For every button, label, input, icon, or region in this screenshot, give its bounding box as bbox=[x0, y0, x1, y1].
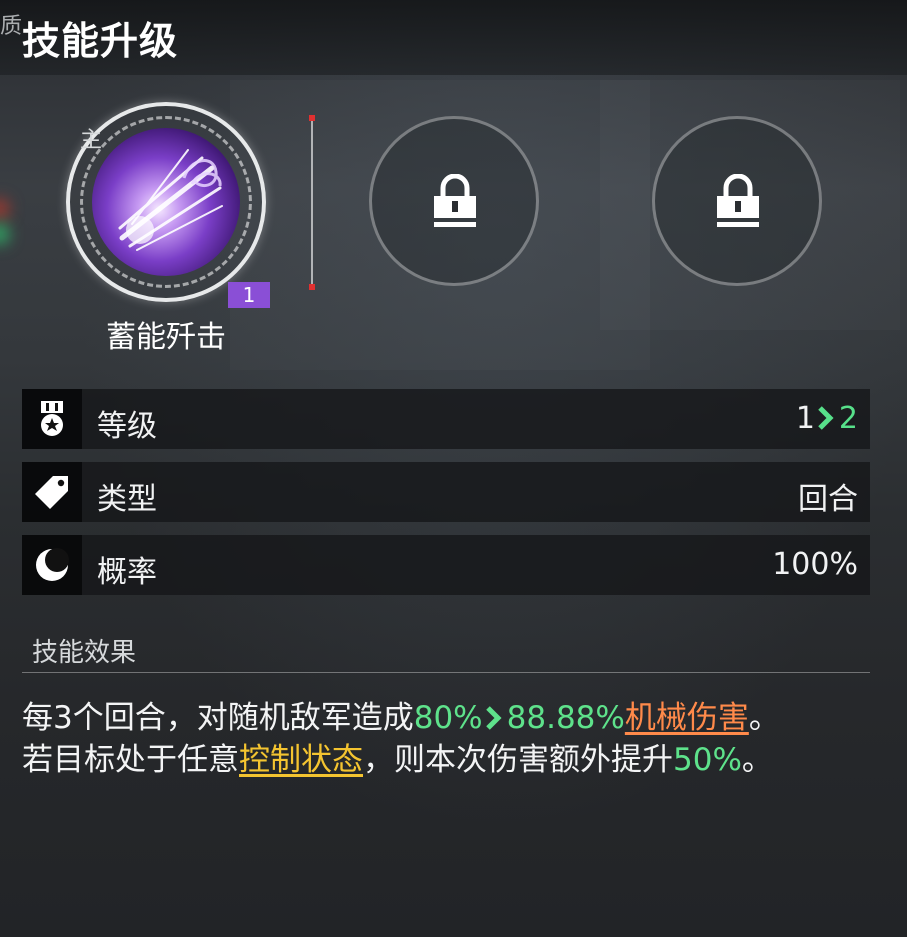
medal-icon bbox=[22, 389, 82, 449]
skill-icon bbox=[92, 128, 240, 276]
main-skill-tag: 主 bbox=[80, 128, 103, 153]
skill-slot-locked-1[interactable] bbox=[369, 116, 539, 286]
lock-icon bbox=[434, 174, 476, 227]
chevron-right-icon bbox=[818, 406, 834, 430]
section-divider bbox=[22, 672, 870, 673]
effect-text: 每3个回合，对随机敌军造成 bbox=[22, 700, 414, 736]
effect-text: 。 bbox=[748, 700, 780, 736]
page-title: 技能升级 bbox=[22, 19, 179, 63]
lock-icon bbox=[717, 174, 759, 227]
keyword-control-state[interactable]: 控制状态 bbox=[239, 742, 363, 778]
stat-row-type: 类型 回合 bbox=[22, 462, 870, 522]
stat-row-level: 等级 12 bbox=[22, 389, 870, 449]
keyword-mechanical-damage[interactable]: 机械伤害 bbox=[625, 700, 749, 736]
stat-value-level: 12 bbox=[796, 401, 858, 436]
level-current: 1 bbox=[795, 401, 815, 436]
divider-dot-top bbox=[309, 115, 315, 121]
skill-slot-locked-2[interactable] bbox=[652, 116, 822, 286]
background-light bbox=[0, 225, 8, 243]
effect-section-title: 技能效果 bbox=[32, 638, 137, 668]
stat-value-type: 回合 bbox=[798, 482, 858, 517]
header-prefix: 质 bbox=[0, 14, 23, 39]
slot-divider bbox=[311, 118, 313, 288]
effect-description-line1: 每3个回合，对随机敌军造成80% 88.88%机械伤害。 bbox=[22, 692, 892, 737]
effect-text: 若目标处于任意 bbox=[22, 742, 239, 778]
effect-text: 。 bbox=[741, 742, 773, 778]
effect-value-current: 80% bbox=[413, 700, 483, 736]
background-light bbox=[0, 200, 8, 218]
header-bar: 质 技能升级 bbox=[0, 0, 907, 75]
effect-bonus-value: 50% bbox=[673, 742, 742, 778]
effect-value-next: 88.88% bbox=[506, 700, 625, 736]
chevron-right-icon bbox=[485, 706, 502, 730]
stat-label-probability: 概率 bbox=[97, 555, 157, 590]
stat-label-type: 类型 bbox=[97, 482, 157, 517]
tag-icon bbox=[22, 462, 82, 522]
divider-dot-bottom bbox=[309, 284, 315, 290]
skill-slot-main[interactable]: 主 bbox=[66, 102, 266, 302]
skill-name: 蓄能歼击 bbox=[106, 320, 226, 355]
stat-value-probability: 100% bbox=[772, 547, 858, 582]
skill-level-badge: 1 bbox=[228, 282, 270, 308]
stat-label-level: 等级 bbox=[97, 409, 157, 444]
moon-icon bbox=[22, 535, 82, 595]
stat-row-probability: 概率 100% bbox=[22, 535, 870, 595]
level-next: 2 bbox=[838, 401, 858, 436]
effect-description-line2: 若目标处于任意控制状态，则本次伤害额外提升50%。 bbox=[22, 734, 892, 779]
effect-text: ，则本次伤害额外提升 bbox=[363, 742, 673, 778]
